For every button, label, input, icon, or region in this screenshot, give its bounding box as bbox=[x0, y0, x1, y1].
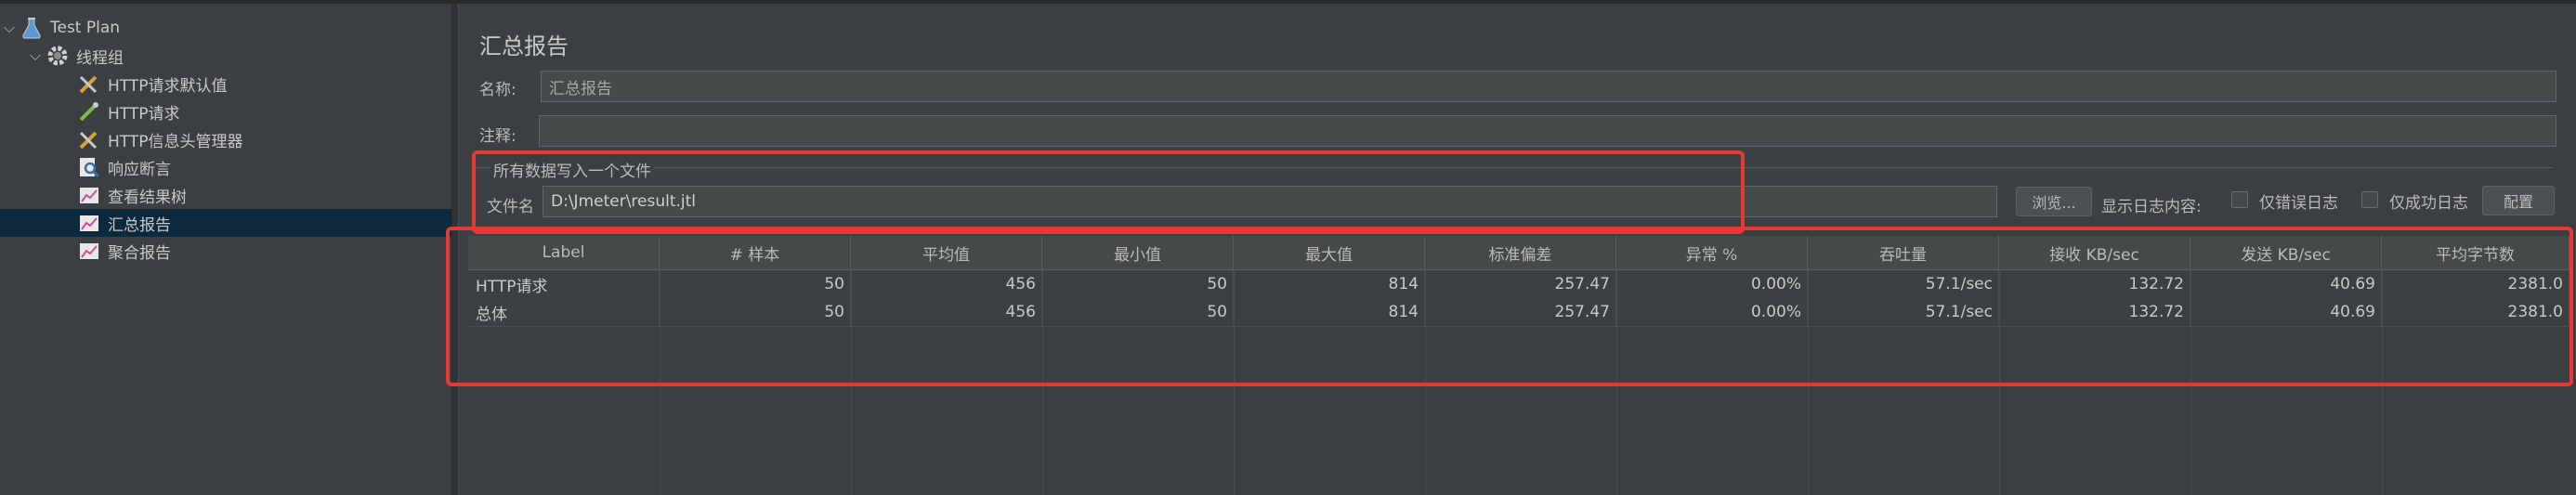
pipette-icon bbox=[76, 98, 102, 124]
table-cell: 456 bbox=[851, 270, 1042, 298]
tree-item-label: 线程组 bbox=[76, 48, 124, 68]
table-cell: 50 bbox=[660, 270, 851, 298]
column-header[interactable]: 最小值 bbox=[1042, 236, 1234, 269]
wrench-icon bbox=[76, 71, 102, 97]
table-cell: 总体 bbox=[468, 298, 660, 326]
tree-item-label: 聚合报告 bbox=[108, 243, 171, 263]
tree-item-label: 汇总报告 bbox=[108, 215, 171, 235]
table-cell: 2381.0 bbox=[2382, 270, 2569, 298]
errors-only-label: 仅错误日志 bbox=[2259, 194, 2338, 213]
tree-item-label: HTTP请求 bbox=[108, 104, 180, 124]
table-cell: 40.69 bbox=[2190, 298, 2382, 326]
tree-item-label: HTTP请求默认值 bbox=[108, 76, 228, 96]
tree-item-label: Test Plan bbox=[50, 19, 121, 37]
chevron-down-icon[interactable]: ⌵ bbox=[0, 19, 19, 37]
table-cell: 132.72 bbox=[1999, 270, 2190, 298]
tree-item-aggregate-report[interactable]: 聚合报告 bbox=[0, 237, 451, 265]
errors-only-checkbox[interactable] bbox=[2231, 191, 2248, 208]
browse-button[interactable]: 浏览... bbox=[2016, 187, 2092, 216]
table-cell: 50 bbox=[1042, 298, 1234, 326]
name-label: 名称: bbox=[479, 81, 517, 99]
table-cell: 0.00% bbox=[1616, 270, 1808, 298]
column-header[interactable]: 异常 % bbox=[1616, 236, 1808, 269]
magnifier-icon bbox=[76, 154, 102, 180]
graph-icon bbox=[76, 210, 102, 236]
pane-splitter[interactable] bbox=[451, 4, 459, 495]
table-cell: 57.1/sec bbox=[1808, 298, 1999, 326]
tree-item-http-defaults[interactable]: HTTP请求默认值 bbox=[0, 70, 451, 98]
tree-item-label: HTTP信息头管理器 bbox=[108, 132, 243, 151]
graph-icon bbox=[76, 238, 102, 264]
tree-item-http-request[interactable]: HTTP请求 bbox=[0, 98, 451, 125]
gear-icon bbox=[45, 43, 71, 69]
page-title: 汇总报告 bbox=[479, 33, 569, 59]
file-name-input[interactable]: D:\Jmeter\result.jtl bbox=[543, 186, 1997, 217]
table-cell: 132.72 bbox=[1999, 298, 2190, 326]
column-header[interactable]: 发送 KB/sec bbox=[2190, 236, 2382, 269]
column-header[interactable]: 最大值 bbox=[1234, 236, 1425, 269]
tree-item-label: 查看结果树 bbox=[108, 188, 187, 207]
success-only-label: 仅成功日志 bbox=[2389, 194, 2468, 213]
table-row[interactable]: 总体 50 456 50 814 257.47 0.00% 57.1/sec 1… bbox=[468, 298, 2569, 326]
flask-icon bbox=[19, 15, 45, 41]
table-cell: 2381.0 bbox=[2382, 298, 2569, 326]
column-header[interactable]: 平均字节数 bbox=[2382, 236, 2569, 269]
graph-icon bbox=[76, 182, 102, 208]
tree-item-thread-group[interactable]: ⌵ 线程组 bbox=[0, 42, 451, 70]
table-row[interactable]: HTTP请求 50 456 50 814 257.47 0.00% 57.1/s… bbox=[468, 270, 2569, 298]
comment-field[interactable] bbox=[539, 115, 2556, 147]
table-cell: 57.1/sec bbox=[1808, 270, 1999, 298]
tree-item-header-manager[interactable]: HTTP信息头管理器 bbox=[0, 125, 451, 153]
column-header[interactable]: # 样本 bbox=[660, 236, 851, 269]
column-header[interactable]: 接收 KB/sec bbox=[1999, 236, 2190, 269]
comment-label: 注释: bbox=[479, 127, 517, 146]
file-group-title: 所有数据写入一个文件 bbox=[490, 158, 655, 181]
tree-item-response-assertion[interactable]: 响应断言 bbox=[0, 153, 451, 181]
tree-item-label: 响应断言 bbox=[108, 160, 171, 179]
table-cell: 0.00% bbox=[1616, 298, 1808, 326]
tree-item-test-plan[interactable]: ⌵ Test Plan bbox=[0, 14, 451, 42]
name-field[interactable]: 汇总报告 bbox=[541, 71, 2556, 102]
results-table: Label # 样本 平均值 最小值 最大值 标准偏差 异常 % 吞吐量 接收 … bbox=[468, 236, 2569, 495]
table-cell: 50 bbox=[660, 298, 851, 326]
column-header[interactable]: Label bbox=[468, 236, 660, 269]
table-cell: 50 bbox=[1042, 270, 1234, 298]
tree-item-summary-report[interactable]: 汇总报告 bbox=[0, 209, 451, 237]
table-cell: HTTP请求 bbox=[468, 270, 660, 298]
wrench-icon bbox=[76, 126, 102, 152]
file-name-label: 文件名 bbox=[487, 198, 534, 216]
column-header[interactable]: 平均值 bbox=[851, 236, 1042, 269]
table-cell: 40.69 bbox=[2190, 270, 2382, 298]
group-divider bbox=[476, 167, 2553, 168]
log-display-label: 显示日志内容: bbox=[2101, 198, 2202, 216]
configure-button[interactable]: 配置 bbox=[2482, 186, 2555, 215]
table-cell: 257.47 bbox=[1425, 270, 1616, 298]
table-cell: 257.47 bbox=[1425, 298, 1616, 326]
row-divider bbox=[468, 326, 2569, 327]
tree-item-view-results-tree[interactable]: 查看结果树 bbox=[0, 181, 451, 209]
test-plan-tree: ⌵ Test Plan ⌵ 线程组 HTTP请求默认值 HTTP请求 HTTP信… bbox=[0, 4, 451, 495]
column-header[interactable]: 标准偏差 bbox=[1425, 236, 1616, 269]
chevron-down-icon[interactable]: ⌵ bbox=[26, 46, 45, 65]
column-header[interactable]: 吞吐量 bbox=[1808, 236, 1999, 269]
success-only-checkbox[interactable] bbox=[2361, 191, 2378, 208]
summary-report-panel: 汇总报告 名称: 汇总报告 注释: 所有数据写入一个文件 文件名 D:\Jmet… bbox=[459, 4, 2576, 495]
table-cell: 456 bbox=[851, 298, 1042, 326]
table-header: Label # 样本 平均值 最小值 最大值 标准偏差 异常 % 吞吐量 接收 … bbox=[468, 236, 2569, 270]
table-cell: 814 bbox=[1234, 298, 1425, 326]
table-cell: 814 bbox=[1234, 270, 1425, 298]
